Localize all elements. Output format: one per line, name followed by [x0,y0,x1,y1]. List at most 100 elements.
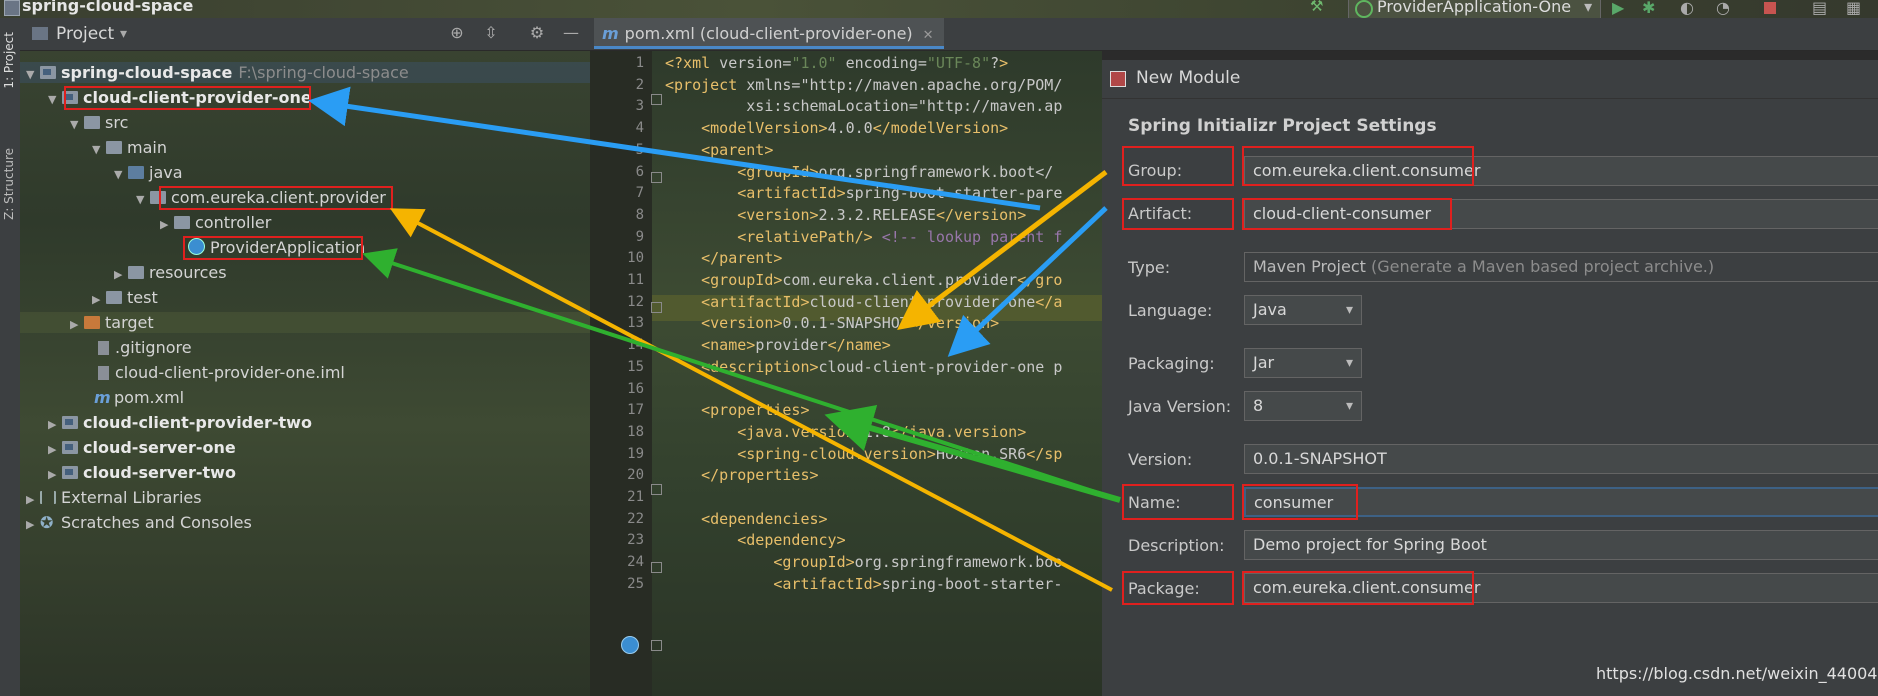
hammer-icon[interactable]: ⚒ [1310,0,1326,15]
tree-item-iml[interactable]: cloud-client-provider-one.iml [98,362,345,383]
module-folder-icon [40,66,56,79]
tree-item-src[interactable]: ▼ src [70,112,128,133]
project-view-title[interactable]: Project [56,24,114,44]
fold-marker-icon[interactable] [651,484,662,495]
fold-marker-icon[interactable] [651,302,662,313]
locate-icon[interactable]: ⊕ [448,24,466,42]
structure-tool-tab[interactable]: Z: Structure [2,148,16,220]
package-icon [174,216,190,229]
stop-icon[interactable] [1764,2,1776,14]
folder-icon [84,116,100,129]
gear-icon[interactable]: ⚙ [528,24,546,42]
project-panel-header: Project ▾ ⊕ ⇳ ⚙ — [20,18,590,51]
debug-icon[interactable]: ✱ [1642,0,1658,17]
expand-arrow-icon[interactable]: ▶ [48,439,62,460]
type-field[interactable]: Maven Project (Generate a Maven based pr… [1244,252,1878,282]
module-folder-icon [62,416,78,429]
tab-pom-xml[interactable]: m pom.xml (cloud-client-provider-one) ✕ [594,18,944,49]
project-tool-tab[interactable]: 1: Project [2,32,16,89]
folder-icon[interactable]: ▤ [1812,0,1828,17]
java-version-label: Java Version: [1128,397,1232,416]
tree-item-pom[interactable]: m pom.xml [94,387,184,408]
code-line: <description>cloud-client-provider-one p [701,357,1063,376]
annotation-box-package-label [1122,571,1234,605]
expand-arrow-icon[interactable]: ▼ [136,189,150,210]
intellij-icon [1110,71,1126,87]
collapse-all-icon[interactable]: ⇳ [482,24,500,42]
layout-icon[interactable]: ▦ [1846,0,1862,17]
tree-item-controller[interactable]: ▶ controller [160,212,271,233]
close-icon[interactable]: ✕ [923,28,934,43]
project-title: spring-cloud-space [22,0,194,15]
profile-icon[interactable]: ◔ [1716,0,1732,17]
fold-marker-icon[interactable] [651,562,662,573]
tree-label: java [149,163,183,182]
module-folder-icon [62,466,78,479]
expand-arrow-icon[interactable]: ▶ [48,414,62,435]
tree-item-gitignore[interactable]: .gitignore [98,337,192,358]
expand-arrow-icon[interactable]: ▶ [114,264,128,285]
description-field[interactable]: Demo project for Spring Boot [1244,530,1878,560]
tree-item-external-libraries[interactable]: ▶ External Libraries [26,487,202,508]
fold-marker-icon[interactable] [651,640,662,651]
language-select[interactable]: Java [1244,295,1362,325]
fold-marker-icon[interactable] [651,94,662,105]
tree-item-resources[interactable]: ▶ resources [114,262,227,283]
expand-arrow-icon[interactable]: ▶ [160,214,174,235]
type-label: Type: [1128,258,1171,277]
tree-item-test[interactable]: ▶ test [92,287,158,308]
packaging-select[interactable]: Jar [1244,348,1362,378]
tree-item-cloud-client-provider-two[interactable]: ▶ cloud-client-provider-two [48,412,312,433]
expand-arrow-icon[interactable]: ▶ [70,314,84,335]
expand-arrow-icon[interactable]: ▼ [114,164,128,185]
section-heading: Spring Initializr Project Settings [1128,116,1437,136]
tree-item-cloud-server-two[interactable]: ▶ cloud-server-two [48,462,236,483]
tree-item-main[interactable]: ▼ main [92,137,167,158]
expand-arrow-icon[interactable]: ▼ [48,89,62,110]
annotation-box-group-value [1242,146,1474,186]
annotation-box-module [64,86,311,110]
fold-marker-icon[interactable] [651,172,662,183]
expand-arrow-icon[interactable]: ▶ [92,289,106,310]
watermark: https://blog.csdn.net/weixin_44004647 [1596,664,1878,683]
run-config-select[interactable]: ProviderApplication-One ▾ [1348,0,1602,20]
tree-label: cloud-client-provider-one.iml [115,363,345,382]
tool-window-strip: 1: Project Z: Structure [0,18,21,696]
project-view-icon [32,27,48,40]
tree-item-scratches[interactable]: ▶ ✪ Scratches and Consoles [26,512,252,533]
tree-label: cloud-server-one [83,438,236,457]
expand-arrow-icon[interactable]: ▼ [70,114,84,135]
expand-arrow-icon[interactable]: ▶ [26,489,40,510]
description-label: Description: [1128,536,1225,555]
code-line: <artifactId>spring-boot-starter- [773,574,1063,593]
tree-label: cloud-server-two [83,463,236,482]
annotation-box-group-label [1122,146,1234,186]
tree-label: spring-cloud-space [61,63,233,82]
folder-icon [106,141,122,154]
coverage-icon[interactable]: ◐ [1680,0,1696,17]
annotation-box-name-value [1242,484,1358,520]
chevron-down-icon[interactable]: ▾ [120,26,127,42]
run-icon[interactable]: ▶ [1612,0,1628,17]
source-folder-icon [128,166,144,179]
maven-icon: m [602,24,619,43]
chevron-down-icon: ▾ [1584,0,1593,16]
tree-label: test [127,288,158,307]
expand-arrow-icon[interactable]: ▶ [48,464,62,485]
spring-bean-gutter-icon[interactable] [621,636,639,654]
tree-item-target[interactable]: ▶ target [70,312,154,333]
tree-item-cloud-server-one[interactable]: ▶ cloud-server-one [48,437,236,458]
annotation-box-artifact-value [1242,198,1452,230]
tree-item-java[interactable]: ▼ java [114,162,183,183]
minimize-icon[interactable]: — [562,24,580,42]
title-bar: spring-cloud-space ⚒ ProviderApplication… [0,0,1878,20]
java-version-select[interactable]: 8 [1244,391,1362,421]
version-field[interactable]: 0.0.1-SNAPSHOT [1244,444,1878,474]
tree-path: F:\spring-cloud-space [238,63,409,82]
expand-arrow-icon[interactable]: ▶ [26,514,40,535]
line-number: 25 [627,575,644,592]
expand-arrow-icon[interactable]: ▼ [26,64,40,85]
expand-arrow-icon[interactable]: ▼ [92,139,106,160]
tree-item-spring-cloud-space[interactable]: ▼ spring-cloud-space F:\spring-cloud-space [26,62,409,83]
editor-tab-bar: m pom.xml (cloud-client-provider-one) ✕ [590,18,1878,51]
